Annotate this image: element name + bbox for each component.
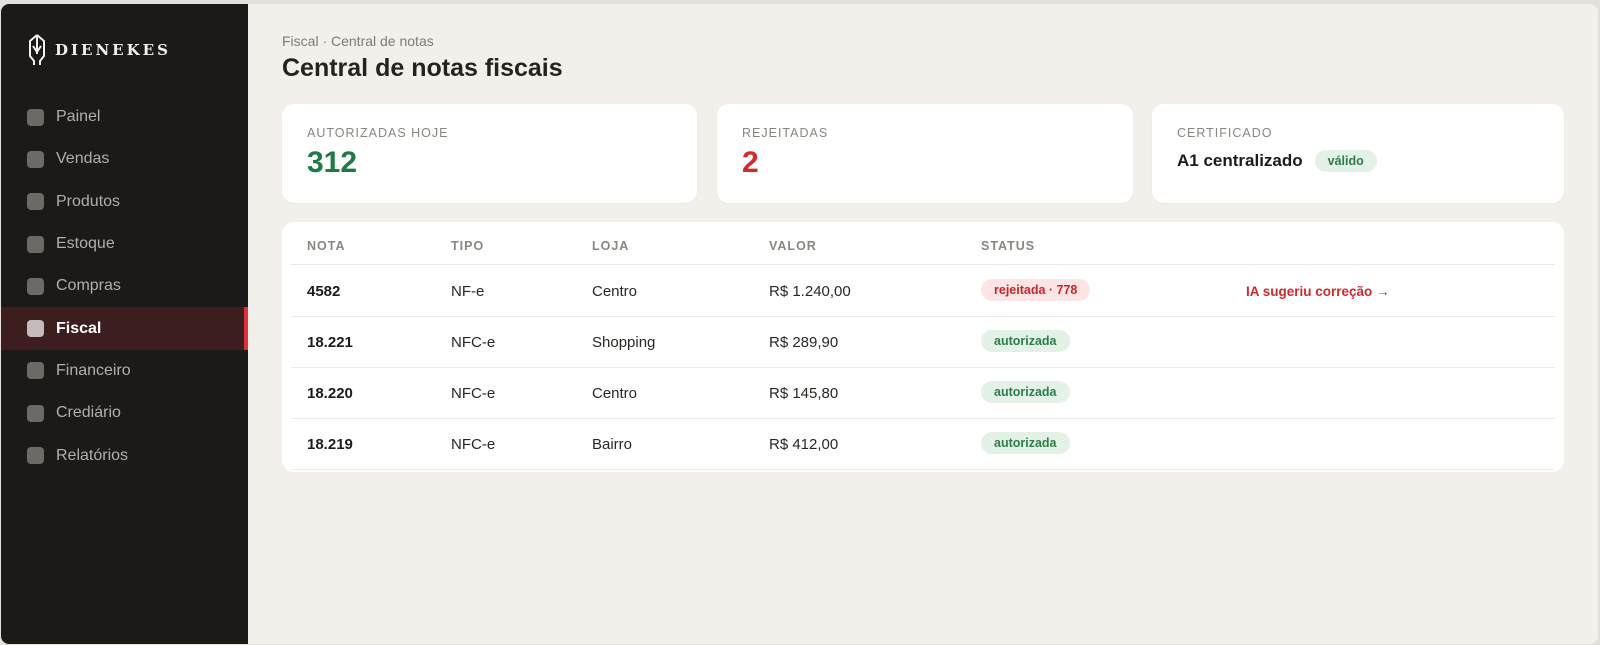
main-content: Fiscal · Central de notas Central de not… <box>248 4 1598 644</box>
sidebar-item-label: Vendas <box>56 150 110 168</box>
table-header: NOTA TIPO LOJA VALOR STATUS <box>291 222 1555 265</box>
card-label: AUTORIZADAS HOJE <box>307 126 449 140</box>
invoice-value: R$ 289,90 <box>769 334 839 351</box>
column-header-status: STATUS <box>981 239 1036 253</box>
square-icon <box>27 235 44 253</box>
sidebar-nav: Painel Vendas Produtos Estoque Compras F… <box>1 96 248 477</box>
sidebar-item-painel[interactable]: Painel <box>1 96 248 138</box>
sidebar-item-label: Estoque <box>56 235 115 253</box>
page-title: Central de notas fiscais <box>282 54 563 82</box>
sidebar-item-label: Compras <box>56 277 121 295</box>
ai-correction-link[interactable]: IA sugeriu correção → <box>1246 284 1390 299</box>
status-badge: válido <box>1314 150 1377 172</box>
card-label: CERTIFICADO <box>1177 126 1273 140</box>
invoice-value: R$ 412,00 <box>769 436 839 453</box>
square-icon <box>27 108 44 126</box>
breadcrumb: Fiscal · Central de notas <box>282 33 434 49</box>
invoice-number: 18.221 <box>307 334 353 351</box>
sidebar: DIENEKES Painel Vendas Produtos Estoque … <box>1 4 248 644</box>
column-header-valor: VALOR <box>769 239 817 253</box>
status-badge: autorizada <box>981 432 1070 454</box>
sidebar-item-label: Financeiro <box>56 361 131 379</box>
invoice-number: 18.220 <box>307 385 353 402</box>
status-badge: autorizada <box>981 381 1070 403</box>
column-header-nota: NOTA <box>307 239 346 253</box>
square-icon <box>27 447 44 465</box>
invoice-value: R$ 1.240,00 <box>769 283 851 300</box>
status-cell: autorizada <box>981 330 1070 352</box>
status-badge: rejeitada · 778 <box>981 279 1091 301</box>
sidebar-item-label: Relatórios <box>56 446 129 464</box>
card-label: REJEITADAS <box>742 126 829 140</box>
certificate-row: A1 centralizado válido <box>1177 150 1377 172</box>
square-icon <box>27 404 44 422</box>
card-authorized-today: AUTORIZADAS HOJE 312 <box>282 104 697 203</box>
invoice-type: NFC-e <box>451 334 496 351</box>
brand[interactable]: DIENEKES <box>27 33 171 67</box>
column-header-tipo: TIPO <box>451 239 485 253</box>
card-rejected: REJEITADAS 2 <box>717 104 1133 203</box>
invoice-store: Bairro <box>592 436 633 453</box>
sidebar-item-label: Fiscal <box>56 319 102 337</box>
invoice-type: NFC-e <box>451 436 496 453</box>
square-icon <box>27 277 44 295</box>
invoice-number: 18.219 <box>307 436 353 453</box>
certificate-type: A1 centralizado <box>1177 151 1303 170</box>
table-row[interactable]: 4582 NF-e Centro R$ 1.240,00 rejeitada ·… <box>291 266 1555 317</box>
status-cell: autorizada <box>981 432 1070 454</box>
status-cell: autorizada <box>981 381 1070 403</box>
invoices-table: NOTA TIPO LOJA VALOR STATUS 4582 NF-e Ce… <box>282 222 1564 472</box>
invoice-number: 4582 <box>307 283 341 300</box>
table-row[interactable]: 18.221 NFC-e Shopping R$ 289,90 autoriza… <box>291 317 1555 368</box>
sidebar-item-financeiro[interactable]: Financeiro <box>1 350 248 392</box>
sidebar-item-relatorios[interactable]: Relatórios <box>1 434 248 476</box>
column-header-loja: LOJA <box>592 239 630 253</box>
invoice-type: NFC-e <box>451 385 496 402</box>
rejected-count: 2 <box>742 146 759 179</box>
sidebar-item-estoque[interactable]: Estoque <box>1 223 248 265</box>
sidebar-item-produtos[interactable]: Produtos <box>1 181 248 223</box>
square-icon <box>27 362 44 380</box>
invoice-store: Centro <box>592 283 638 300</box>
status-cell: rejeitada · 778 <box>981 279 1091 301</box>
invoice-store: Centro <box>592 385 638 402</box>
brand-name: DIENEKES <box>55 41 171 59</box>
table-row[interactable]: 18.220 NFC-e Centro R$ 145,80 autorizada <box>291 368 1555 419</box>
sidebar-item-fiscal[interactable]: Fiscal <box>1 307 248 351</box>
invoice-value: R$ 145,80 <box>769 385 839 402</box>
square-icon <box>27 150 44 168</box>
sidebar-item-label: Crediário <box>56 404 121 422</box>
square-icon <box>27 320 44 338</box>
sidebar-item-label: Produtos <box>56 192 121 210</box>
authorized-count: 312 <box>307 146 358 179</box>
invoice-store: Shopping <box>592 334 656 351</box>
sidebar-item-label: Painel <box>56 108 101 126</box>
card-certificate: CERTIFICADO A1 centralizado válido <box>1152 104 1564 203</box>
status-badge: autorizada <box>981 330 1070 352</box>
sidebar-item-compras[interactable]: Compras <box>1 265 248 307</box>
square-icon <box>27 193 44 211</box>
app-window: DIENEKES Painel Vendas Produtos Estoque … <box>1 4 1598 644</box>
spartan-helmet-icon <box>27 34 47 66</box>
table-row[interactable]: 18.219 NFC-e Bairro R$ 412,00 autorizada <box>291 419 1555 470</box>
sidebar-item-vendas[interactable]: Vendas <box>1 138 248 180</box>
sidebar-item-crediario[interactable]: Crediário <box>1 392 248 434</box>
invoice-type: NF-e <box>451 283 485 300</box>
